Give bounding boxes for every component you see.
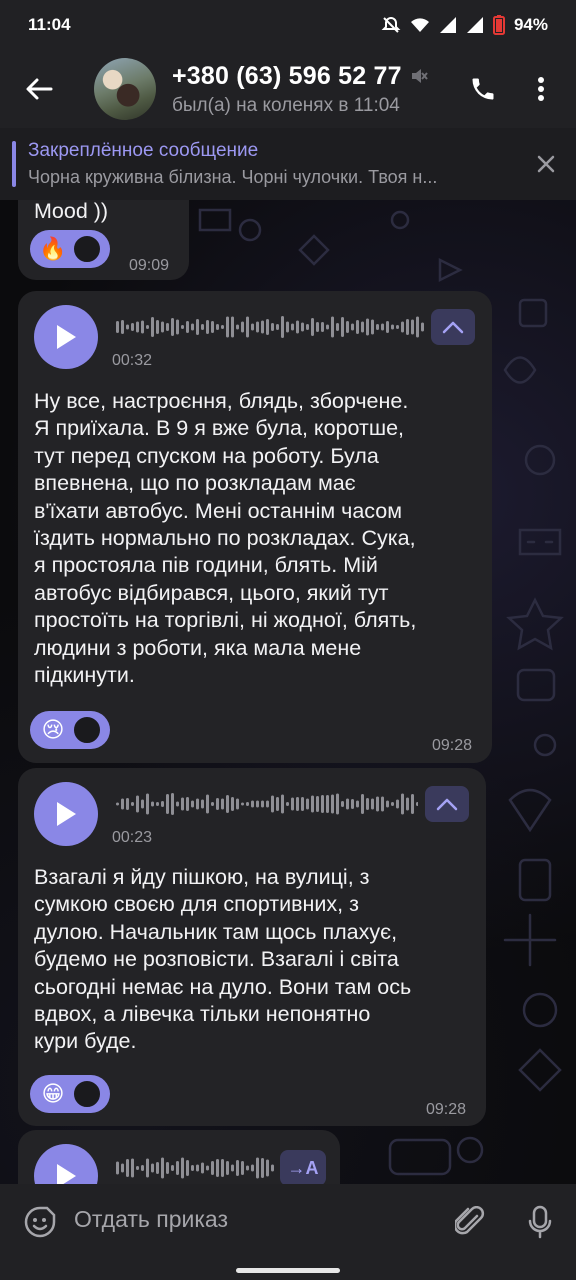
transcription-line: сумкою своєю для спортивних, з [34,892,359,917]
chat-title-block[interactable]: +380 (63) 596 52 77 был(а) на коленях в … [172,62,432,117]
voice-message-bubble[interactable]: →A [18,1130,340,1184]
pinned-text: Чорна круживна білизна. Чорні чулочки. Т… [28,167,438,187]
reactor-avatar [72,715,102,745]
transcription-line: в'їхати автобус. Мені останнім часом [34,498,403,523]
chat-header: +380 (63) 596 52 77 был(а) на коленях в … [0,50,576,128]
sticker-smile-icon [24,1206,56,1238]
reaction-chip[interactable]: 😢 [30,711,110,749]
transcription-line: кури буде. [34,1029,137,1054]
message-bubble[interactable]: Mood )) 🔥 09:09 [18,200,189,280]
voice-duration: 00:23 [112,829,153,846]
arrow-left-icon [26,78,53,100]
transcription-line: вдвох, а лівечка тільки непонятно [34,1002,371,1026]
play-icon [57,802,76,826]
mute-notifications-icon [381,16,401,33]
transcription-line: людини з роботи, яка мала мене [34,635,362,660]
transcription-line: дулою. Начальник там щось плахує, [34,919,398,944]
chevron-up-icon [436,798,458,811]
reactor-avatar [72,234,102,264]
message-list[interactable]: Mood )) 🔥 09:09 00:32 Ну все, настроєння… [0,200,576,1184]
transcription-line: тут перед спуском на роботу. Була [34,443,379,468]
transcription-line: Я приїхала. В 9 я вже була, коротше, [34,416,404,441]
message-input[interactable]: Отдать приказ [74,1206,228,1233]
signal-icon [439,17,456,33]
status-bar: 11:04 94% [0,0,576,50]
paperclip-icon [455,1206,485,1235]
more-vertical-icon [538,77,544,101]
reaction-emoji: 😁 [41,1081,65,1106]
play-button[interactable] [34,782,98,846]
message-time: 09:28 [426,1101,467,1118]
play-button[interactable] [34,1144,98,1184]
chat-title: +380 (63) 596 52 77 [172,61,402,90]
close-icon [537,155,555,173]
collapse-transcription-button[interactable] [431,309,475,345]
back-button[interactable] [0,50,78,128]
close-pinned-button[interactable] [534,152,558,176]
transcription-line: я простояла пів години, блять. Мій [34,553,378,578]
voice-waveform[interactable] [116,315,424,339]
reactor-avatar [72,1079,102,1109]
play-button[interactable] [34,305,98,369]
emoji-button[interactable] [20,1202,60,1242]
voice-message-bubble[interactable]: 00:32 Ну все, настроєння, блядь, зборчен… [18,291,492,763]
battery-percent: 94% [513,15,548,34]
pinned-title: Закреплённое сообщение [28,140,259,161]
message-input-bar: Отдать приказ [0,1184,576,1280]
transcription-line: впевнена, що по розкладам має [34,471,356,496]
transcription-line: будемо не розповісти. Взагалі і світа [34,947,399,972]
transcription-line: простоїть на торгівлі, ні жодної, блять, [34,608,417,633]
transcription-line: Взагалі я йду пішкою, на вулиці, з [34,865,370,889]
reaction-chip[interactable]: 🔥 [30,230,110,268]
home-indicator [236,1268,340,1273]
status-time: 11:04 [28,15,71,34]
transcription-line: їздить нормально по розкладах. Сука, [34,526,416,550]
transcribe-label: →A [287,1157,319,1178]
message-time: 09:09 [129,257,170,274]
call-button[interactable] [454,50,512,128]
voice-waveform[interactable] [116,1156,274,1180]
battery-icon [492,15,505,35]
transcribe-button[interactable]: →A [280,1150,326,1184]
wifi-icon [410,18,429,32]
transcription-line: підкинути. [34,663,135,687]
voice-message-bubble[interactable]: 00:23 Взагалі я йду пішкою, на вулиці, з… [18,768,486,1126]
play-icon [57,1164,76,1184]
phone-icon [472,78,494,100]
message-time: 09:28 [432,737,473,754]
signal-icon-2 [466,17,483,33]
attach-button[interactable] [450,1202,490,1242]
collapse-transcription-button[interactable] [425,786,469,822]
reaction-chip[interactable]: 😁 [30,1075,110,1113]
chevron-up-icon [442,321,464,334]
voice-duration: 00:32 [112,352,153,369]
reaction-emoji: 🔥 [39,236,67,261]
play-icon [57,325,76,349]
reaction-emoji: 😢 [41,717,65,742]
more-options-button[interactable] [512,50,570,128]
pinned-message-bar[interactable]: Закреплённое сообщение Чорна круживна бі… [0,128,576,200]
muted-speaker-icon [411,69,428,83]
voice-waveform[interactable] [116,792,418,816]
microphone-icon [528,1205,552,1239]
last-seen-status: был(а) на коленях в 11:04 [172,94,400,116]
voice-record-button[interactable] [520,1202,560,1242]
transcription-line: Ну все, настроєння, блядь, зборчене. [34,389,409,413]
message-text: Mood )) [34,200,109,223]
avatar[interactable] [94,58,156,120]
transcription-line: сьогодні немає на дуло. Вони там ось [34,974,412,999]
transcription-line: автобус відбирався, цього, який тут [34,580,389,605]
pinned-indicator [12,141,16,187]
